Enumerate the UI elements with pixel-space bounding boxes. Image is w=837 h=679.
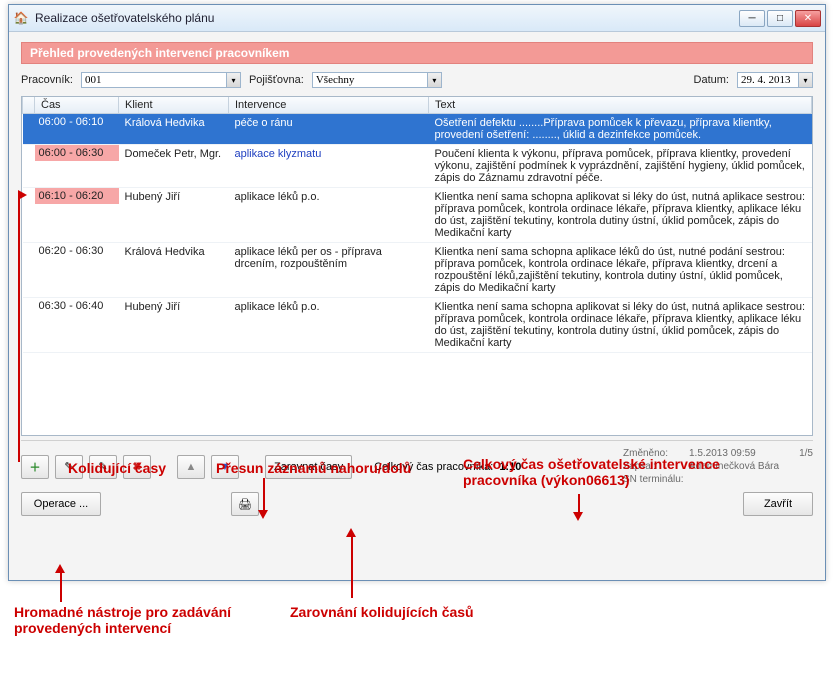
worker-select[interactable]: ▾ [81,72,241,88]
maximize-button[interactable]: □ [767,10,793,27]
arrow-head-icon [346,528,356,537]
client-cell: Králová Hedvika [119,114,229,145]
client-cell: Hubený Jiří [119,188,229,243]
app-window: 🏠 Realizace ošetřovatelského plánu ─ □ ✕… [8,4,826,581]
arrow-head-icon [18,190,27,200]
close-button-bottom[interactable]: Zavřít [743,492,813,516]
section-title: Přehled provedených intervencí pracovník… [21,42,813,64]
date-label: Datum: [694,74,729,86]
filter-bar: Pracovník: ▾ Pojišťovna: ▾ Datum: ▾ [21,72,813,88]
text-cell: Poučení klienta k výkonu, příprava pomůc… [429,145,812,188]
page-indicator: 1/5 [799,447,813,460]
intervention-cell: aplikace léků p.o. [229,188,429,243]
insurer-input[interactable] [312,72,442,88]
row-handle[interactable] [23,114,35,145]
table-row[interactable]: 06:20 - 06:30Králová Hedvikaaplikace lék… [23,243,812,298]
print-button[interactable]: 🖨 [231,492,259,516]
text-cell: Klientka není sama schopna aplikace léků… [429,243,812,298]
row-handle[interactable] [23,243,35,298]
operations-button[interactable]: Operace ... [21,492,101,516]
arrow-line [18,194,20,462]
arrow-line [351,536,353,598]
arrow-line [578,494,580,514]
close-button[interactable]: ✕ [795,10,821,27]
annotation-ops: Hromadné nástroje pro zadávání provedený… [14,604,234,636]
row-handle[interactable] [23,145,35,188]
bottom-bar: Operace ... 🖨 Zavřít [21,486,813,516]
chevron-down-icon[interactable]: ▾ [427,73,441,87]
add-button[interactable]: ＋ [21,455,49,479]
time-cell: 06:10 - 06:20 [35,188,119,204]
intervention-cell: aplikace klyzmatu [229,145,429,188]
insurer-select[interactable]: ▾ [312,72,442,88]
annotation-align: Zarovnání kolidujících časů [290,604,474,620]
intervention-cell: péče o ránu [229,114,429,145]
text-cell: Klientka není sama schopna aplikovat si … [429,298,812,353]
window-body: Přehled provedených intervencí pracovník… [9,32,825,524]
table-row[interactable]: 06:10 - 06:20Hubený Jiříaplikace léků p.… [23,188,812,243]
client-cell: Domeček Petr, Mgr. [119,145,229,188]
text-cell: Ošetření defektu ........Příprava pomůce… [429,114,812,145]
col-client[interactable]: Klient [119,97,229,114]
intervention-grid[interactable]: Čas Klient Intervence Text 06:00 - 06:10… [21,96,813,436]
grid-header: Čas Klient Intervence Text [23,97,812,114]
worker-input[interactable] [81,72,241,88]
date-picker[interactable]: ▾ [737,72,813,88]
row-handle[interactable] [23,298,35,353]
intervention-cell: aplikace léků p.o. [229,298,429,353]
time-cell: 06:30 - 06:40 [35,298,119,314]
arrow-head-icon [55,564,65,573]
annotation-move: Přesun záznamů nahoru/dolů [216,460,411,476]
col-time[interactable]: Čas [35,97,119,114]
chevron-down-icon[interactable]: ▾ [226,73,240,87]
arrow-line [60,572,62,602]
time-cell: 06:20 - 06:30 [35,243,119,259]
app-icon: 🏠 [13,10,29,26]
intervention-cell: aplikace léků per os - příprava drcením,… [229,243,429,298]
printer-icon: 🖨 [238,498,252,511]
minimize-button[interactable]: ─ [739,10,765,27]
table-row[interactable]: 06:30 - 06:40Hubený Jiříaplikace léků p.… [23,298,812,353]
text-cell: Klientka není sama schopna aplikovat si … [429,188,812,243]
plus-icon: ＋ [30,459,41,475]
intervention-link[interactable]: aplikace klyzmatu [235,148,322,160]
time-cell: 06:00 - 06:30 [35,145,119,161]
worker-label: Pracovník: [21,74,73,86]
arrow-line [263,478,265,512]
col-handle[interactable] [23,97,35,114]
annotation-total: Celkový čas ošetřovatelské intervence pr… [463,456,793,488]
client-cell: Hubený Jiří [119,298,229,353]
insurer-label: Pojišťovna: [249,74,304,86]
titlebar[interactable]: 🏠 Realizace ošetřovatelského plánu ─ □ ✕ [9,5,825,32]
table-row[interactable]: 06:00 - 06:10Králová Hedvikapéče o ránuO… [23,114,812,145]
col-intervention[interactable]: Intervence [229,97,429,114]
move-up-button[interactable]: ▲ [177,455,205,479]
chevron-down-icon[interactable]: ▾ [798,73,812,87]
col-text[interactable]: Text [429,97,812,114]
annotation-conflict: Kolidující časy [68,460,166,476]
table-row[interactable]: 06:00 - 06:30Domeček Petr, Mgr. aplikace … [23,145,812,188]
time-cell: 06:00 - 06:10 [35,114,119,130]
client-cell: Králová Hedvika [119,243,229,298]
arrow-head-icon [573,512,583,521]
window-title: Realizace ošetřovatelského plánu [35,11,739,25]
arrow-up-icon: ▲ [186,461,197,473]
arrow-head-icon [258,510,268,519]
